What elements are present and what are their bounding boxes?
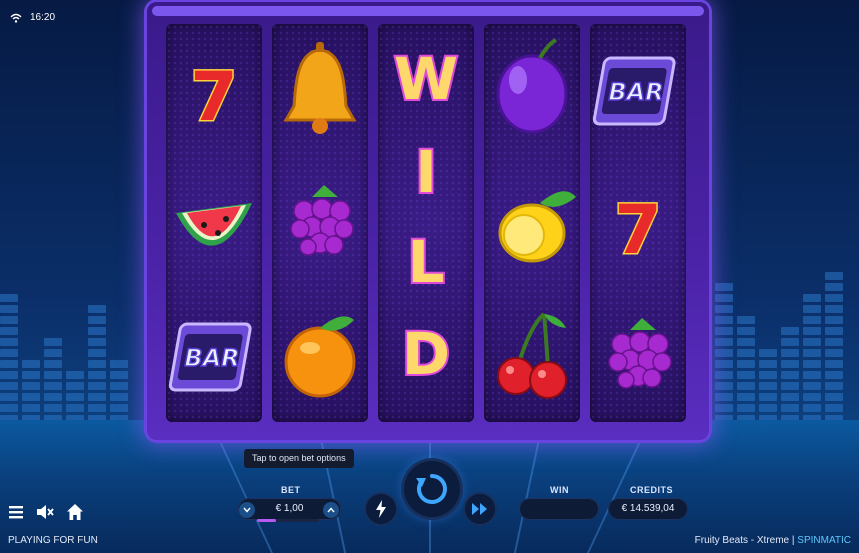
- lemon-icon: [498, 191, 576, 263]
- credits-value: € 14.539,04: [621, 503, 675, 514]
- turbo-button[interactable]: [366, 494, 396, 524]
- speaker-muted-icon[interactable]: [36, 504, 54, 520]
- spin-arrow-icon: [416, 474, 447, 504]
- game-title: Fruity Beats - Xtreme: [694, 535, 790, 546]
- cherries-icon: [497, 312, 567, 399]
- bell-symbol: [272, 24, 368, 156]
- win-value-field: [519, 498, 599, 520]
- svg-text:BAR: BAR: [184, 344, 239, 372]
- bell-icon: [283, 42, 357, 134]
- hamburger-icon[interactable]: [8, 504, 24, 520]
- lightning-icon: [376, 500, 386, 518]
- bet-level-bar: [257, 519, 319, 522]
- wild-letter: I: [415, 138, 437, 206]
- wild-letter: D: [402, 320, 450, 388]
- seven-symbol: 7: [166, 24, 262, 156]
- clock-time: 16:20: [30, 12, 56, 23]
- reel-4: [484, 24, 580, 422]
- win-label: WIN: [550, 485, 569, 495]
- fast-forward-icon: [472, 503, 487, 515]
- wild-symbol: WILD: [378, 24, 474, 422]
- seven-symbol: 7: [590, 157, 686, 289]
- background-equalizer-right: [715, 272, 843, 423]
- plum-symbol: [484, 24, 580, 156]
- wild-letter: W: [394, 45, 458, 113]
- grapes-symbol: [272, 157, 368, 289]
- spin-button[interactable]: [404, 461, 460, 517]
- watermelon-icon: [176, 203, 252, 246]
- bet-tooltip: Tap to open bet options: [244, 449, 354, 468]
- lemon-symbol: [484, 157, 580, 289]
- seven-icon: 7: [189, 57, 239, 139]
- orange-icon: [284, 316, 356, 398]
- reel-3: WILD: [378, 24, 474, 422]
- provider-name: SPINMATIC: [797, 535, 851, 546]
- bet-label: BET: [281, 485, 301, 495]
- autoplay-button[interactable]: [465, 494, 495, 524]
- slot-machine: 7 BAR WILD BAR 7: [147, 2, 709, 440]
- orange-symbol: [272, 290, 368, 422]
- seven-icon: 7: [613, 190, 663, 272]
- chevron-up-icon: [327, 507, 335, 513]
- bet-value: € 1,00: [275, 503, 304, 514]
- machine-top-trim: [152, 6, 704, 16]
- grapes-symbol: [590, 290, 686, 422]
- play-mode-label: PLAYING FOR FUN: [8, 535, 98, 546]
- bet-increase-button[interactable]: [323, 502, 339, 518]
- plum-icon: [496, 38, 568, 134]
- bar-icon: BAR: [168, 322, 252, 392]
- svg-text:BAR: BAR: [608, 78, 663, 106]
- bet-decrease-button[interactable]: [239, 502, 255, 518]
- reel-5: BAR 7: [590, 24, 686, 422]
- device-status-bar: 16:20: [10, 12, 55, 23]
- menu-icon-group: [8, 503, 84, 521]
- bet-level-fill: [257, 519, 276, 522]
- chevron-down-icon: [243, 507, 251, 513]
- cherries-symbol: [484, 290, 580, 422]
- wild-letter: L: [408, 228, 445, 296]
- credits-value-field: € 14.539,04: [608, 498, 688, 520]
- reel-2: [272, 24, 368, 422]
- wifi-icon: [10, 13, 22, 23]
- bar-symbol: BAR: [590, 24, 686, 156]
- reel-1: 7 BAR: [166, 24, 262, 422]
- background-equalizer-left: [0, 294, 128, 423]
- wild-icon: WILD: [392, 43, 460, 390]
- grapes-icon: [608, 318, 672, 389]
- footer-separator: |: [791, 535, 795, 546]
- home-icon[interactable]: [66, 503, 84, 521]
- bar-symbol: BAR: [166, 290, 262, 422]
- grapes-icon: [290, 185, 354, 256]
- svg-text:7: 7: [190, 58, 237, 137]
- game-footer: Fruity Beats - Xtreme | SPINMATIC: [695, 535, 851, 546]
- credits-label: CREDITS: [630, 485, 674, 495]
- bar-icon: BAR: [592, 56, 676, 126]
- watermelon-symbol: [166, 157, 262, 289]
- svg-text:7: 7: [614, 191, 661, 270]
